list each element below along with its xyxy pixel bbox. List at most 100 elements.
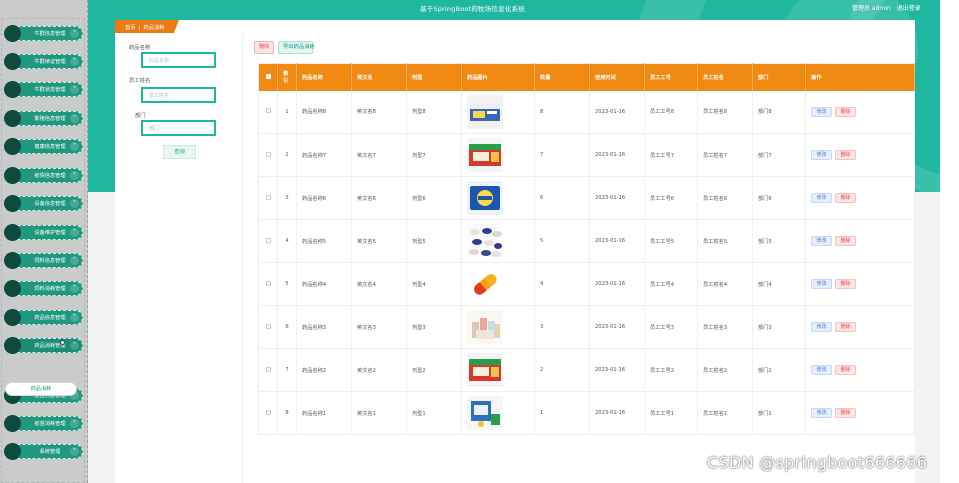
sidebar-item[interactable]: 健康信息管理 ˅ xyxy=(4,138,83,155)
sidebar-item[interactable]: 设备信息管理 ˅ xyxy=(4,195,83,212)
cell-english-name: 英文名7 xyxy=(351,133,407,177)
row-checkbox[interactable] xyxy=(265,194,271,200)
table-row[interactable]: 3 药品名称6 英文名6 剂型6 6 2023-01-16 员工工号6 员工姓名6 部门6 修改删… xyxy=(258,176,915,220)
sidebar-item[interactable]: 繁殖信息管理 ˅ xyxy=(4,110,83,127)
cell-use-date: 2023-01-16 xyxy=(589,176,645,220)
row-delete-button[interactable]: 删除 xyxy=(835,279,856,289)
cell-seq: 6 xyxy=(277,305,297,349)
dept-input[interactable]: 部门 xyxy=(141,120,216,136)
row-select-cell[interactable] xyxy=(258,133,278,177)
row-select-cell[interactable] xyxy=(258,348,278,392)
drug-image xyxy=(467,310,503,344)
sidebar-item[interactable]: 牛群信息管理 ˅ xyxy=(4,25,83,42)
sidebar-subitem-drug-consumption[interactable]: 药品消耗 xyxy=(5,382,77,396)
row-select-cell[interactable] xyxy=(258,176,278,220)
row-select-cell[interactable] xyxy=(258,305,278,349)
row-delete-button[interactable]: 删除 xyxy=(835,322,856,332)
edit-button[interactable]: 修改 xyxy=(811,365,832,375)
drug-image xyxy=(467,138,503,172)
row-select-cell[interactable] xyxy=(258,90,278,134)
table-row[interactable]: 4 药品名称5 英文名5 剂型5 5 2023-01-16 员工工号5 员工姓名5 部门5 修改删… xyxy=(258,219,915,263)
breadcrumb-home[interactable]: 首页 xyxy=(125,25,136,31)
cell-employee-id: 员工工号6 xyxy=(644,176,698,220)
edit-button[interactable]: 修改 xyxy=(811,279,832,289)
table-row[interactable]: 8 药品名称1 英文名1 剂型1 1 2023-01-16 员工工号1 员工姓名1 部门1 修改删… xyxy=(258,391,915,435)
edit-button[interactable]: 修改 xyxy=(811,193,832,203)
table-row[interactable]: 1 药品名称8 英文名8 剂型8 8 2023-01-16 员工工号8 员工姓名8 部门8 修改删… xyxy=(258,90,915,134)
cell-english-name: 英文名3 xyxy=(351,305,407,349)
cell-seq: 3 xyxy=(277,176,297,220)
chevron-down-icon: ˅ xyxy=(70,142,79,151)
sidebar-item[interactable]: 疫苗消耗管理 ˅ xyxy=(4,415,83,432)
sidebar-item[interactable]: 疫情信息管理 ˅ xyxy=(4,167,83,184)
sidebar-item[interactable]: 药品消耗管理 ˄ xyxy=(4,337,83,354)
sidebar-item-label: 设备信息管理 xyxy=(34,201,66,207)
row-delete-button[interactable]: 删除 xyxy=(835,408,856,418)
cell-employee-id: 员工工号7 xyxy=(644,133,698,177)
cell-actions: 修改 删除 xyxy=(805,391,915,435)
row-checkbox[interactable] xyxy=(265,366,271,372)
row-select-cell[interactable] xyxy=(258,219,278,263)
sidebar-item-label: 疫情信息管理 xyxy=(34,173,66,179)
table-row[interactable]: 5 药品名称4 英文名4 剂型4 4 2023-01-16 员工工号4 员工姓名4 部门4 修改删… xyxy=(258,262,915,306)
sidebar-item[interactable]: 牛群续证管理 ˅ xyxy=(4,53,83,70)
table-row[interactable]: 6 药品名称3 英文名3 剂型3 3 2023-01-16 员工工号3 员工姓名3 部门3 修改删… xyxy=(258,305,915,349)
table-row[interactable]: 2 药品名称7 英文名7 剂型7 7 2023-01-16 员工工号7 员工姓名7 部门7 修改删… xyxy=(258,133,915,177)
row-delete-button[interactable]: 删除 xyxy=(835,150,856,160)
sidebar-item-label: 牛群信息管理 xyxy=(34,31,66,37)
column-header: 英文名 xyxy=(351,63,407,91)
row-checkbox[interactable] xyxy=(265,237,271,243)
cell-employee-id: 员工工号8 xyxy=(644,90,698,134)
edit-button[interactable]: 修改 xyxy=(811,106,832,117)
cell-actions: 修改 删除 xyxy=(805,348,915,392)
logout-link[interactable]: 退出登录 xyxy=(897,5,921,12)
cell-quantity: 2 xyxy=(534,348,590,392)
sidebar-item[interactable]: 饲料消耗管理 ˅ xyxy=(4,280,83,297)
row-select-cell[interactable] xyxy=(258,262,278,306)
row-select-cell[interactable] xyxy=(258,391,278,435)
cell-actions: 修改 删除 xyxy=(805,90,915,134)
row-delete-button[interactable]: 删除 xyxy=(835,236,856,246)
row-checkbox[interactable] xyxy=(265,151,271,157)
cell-seq: 8 xyxy=(277,391,297,435)
sidebar: 牛群信息管理 ˅ 牛群续证管理 ˅ 牛群状态管理 ˅ 繁殖信息管理 ˅ 健康信息管理 ˅ 疫情信息管… xyxy=(0,0,88,483)
column-header: 数量 xyxy=(534,63,590,91)
drug-name-input[interactable]: 药品名称 xyxy=(141,52,216,68)
delete-button[interactable]: 删除 xyxy=(254,41,274,54)
edit-button[interactable]: 修改 xyxy=(811,408,832,418)
export-button[interactable]: 导出药品消耗 xyxy=(278,41,315,54)
row-delete-button[interactable]: 删除 xyxy=(835,106,856,117)
row-checkbox[interactable] xyxy=(265,323,271,329)
cell-actions: 修改 删除 xyxy=(805,219,915,263)
sidebar-item[interactable]: 设备维护管理 ˅ xyxy=(4,224,83,241)
admin-info: 管理员 admin 退出登录 xyxy=(852,3,921,12)
row-delete-button[interactable]: 删除 xyxy=(835,365,856,375)
search-button[interactable]: 查询 xyxy=(163,145,196,159)
drug-image xyxy=(467,181,503,215)
filter-panel: 药品名称 药品名称 员工姓名 员工姓名 部门 部门 查询 xyxy=(115,33,243,483)
table-row[interactable]: 7 药品名称2 英文名2 剂型2 2 2023-01-16 员工工号2 员工姓名2 部门2 修改删… xyxy=(258,348,915,392)
edit-button[interactable]: 修改 xyxy=(811,322,832,332)
sidebar-item[interactable]: 药品信息管理 ˅ xyxy=(4,309,83,326)
sidebar-item[interactable]: 牛群状态管理 ˅ xyxy=(4,81,83,98)
cell-quantity: 1 xyxy=(534,391,590,435)
row-checkbox[interactable] xyxy=(265,409,271,415)
select-all-cell[interactable] xyxy=(258,63,278,91)
select-all-checkbox[interactable] xyxy=(265,73,271,79)
sidebar-item[interactable]: 系统管理 ˅ xyxy=(4,443,83,460)
edit-button[interactable]: 修改 xyxy=(811,236,832,246)
row-checkbox[interactable] xyxy=(265,108,271,114)
row-delete-button[interactable]: 删除 xyxy=(835,193,856,203)
decor-shape xyxy=(638,0,708,20)
chevron-down-icon: ˅ xyxy=(70,256,79,265)
cell-drug-image xyxy=(461,219,535,263)
row-checkbox[interactable] xyxy=(265,280,271,286)
cell-employee-name: 员工姓名1 xyxy=(697,391,753,435)
cell-use-date: 2023-01-16 xyxy=(589,391,645,435)
chevron-down-icon: ˅ xyxy=(70,85,79,94)
sidebar-item[interactable]: 饲料信息管理 ˅ xyxy=(4,252,83,269)
cell-english-name: 英文名1 xyxy=(351,391,407,435)
edit-button[interactable]: 修改 xyxy=(811,150,832,160)
sidebar-item-label: 健康信息管理 xyxy=(34,144,66,150)
staff-name-input[interactable]: 员工姓名 xyxy=(141,87,216,103)
